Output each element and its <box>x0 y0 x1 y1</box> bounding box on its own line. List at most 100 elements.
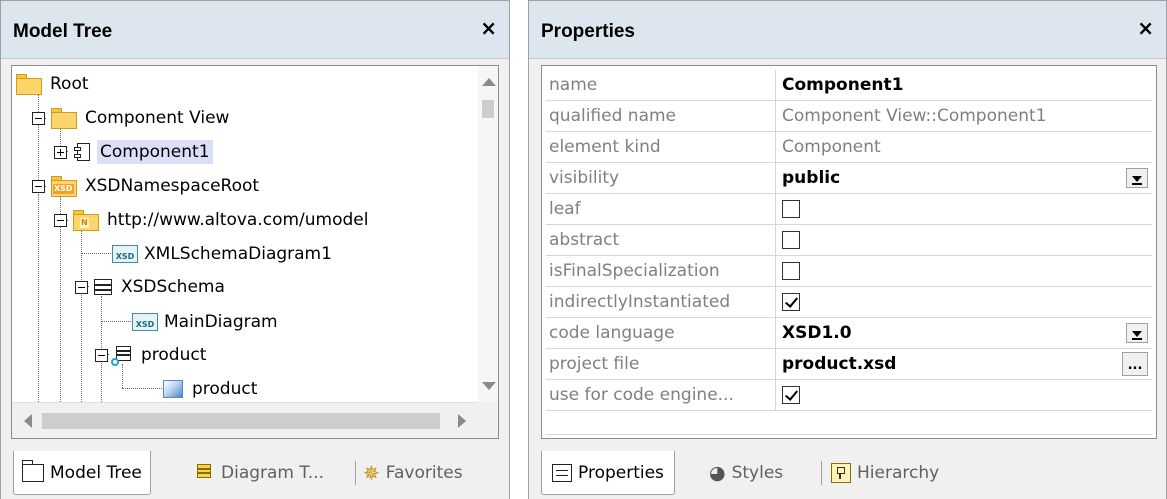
property-row-qualified-name: qualified name Component View::Component… <box>546 101 1152 132</box>
property-row-code-language[interactable]: code language XSD1.0 <box>546 318 1152 349</box>
scroll-left-icon[interactable] <box>24 414 32 428</box>
property-value: Component View::Component1 <box>782 106 1047 126</box>
property-name: use for code engine... <box>546 380 776 410</box>
collapse-icon[interactable] <box>95 348 108 362</box>
tree-node-main-diagram[interactable]: XSD MainDiagram <box>132 308 281 336</box>
model-tree-title: Model Tree <box>13 21 113 42</box>
code-language-select[interactable]: XSD1.0 <box>782 318 852 348</box>
scroll-down-icon[interactable] <box>482 382 496 390</box>
tree-node-label: Component View <box>85 108 230 128</box>
tree-node-xsd-namespace-root[interactable]: XSD XSDNamespaceRoot <box>32 172 262 200</box>
scroll-thumb[interactable] <box>482 100 494 118</box>
is-final-specialization-checkbox[interactable] <box>782 262 800 280</box>
tree-node-label: MainDiagram <box>164 312 278 332</box>
model-tree-tab-bar: Model Tree Diagram T... ✵ Favorites <box>1 447 509 499</box>
tree-node-root[interactable]: Root <box>16 70 92 98</box>
model-tree-view[interactable]: Root Component View Component1 XSD XSDNa… <box>11 65 499 439</box>
tab-label: Favorites <box>385 463 463 483</box>
tree-node-component1[interactable]: Component1 <box>54 138 213 166</box>
horizontal-scrollbar[interactable] <box>12 402 478 438</box>
property-name: project file <box>546 349 776 379</box>
properties-tab-bar: Properties ◕ Styles Hierarchy <box>529 447 1166 499</box>
tab-label: Diagram T... <box>221 463 324 483</box>
property-name <box>546 411 776 435</box>
collapse-icon[interactable] <box>32 179 45 193</box>
property-row-abstract[interactable]: abstract <box>546 225 1152 256</box>
tree-node-product-type[interactable]: product <box>163 375 260 403</box>
tab-favorites[interactable]: ✵ Favorites <box>363 451 463 495</box>
property-value[interactable]: Component1 <box>782 70 903 100</box>
namespace-folder-icon: N <box>73 209 99 231</box>
property-row-visibility[interactable]: visibility public <box>546 163 1152 194</box>
close-icon[interactable]: × <box>1137 16 1154 40</box>
tab-properties[interactable]: Properties <box>541 451 675 495</box>
scroll-right-icon[interactable] <box>458 414 466 428</box>
properties-title: Properties <box>541 21 635 42</box>
indirectly-instantiated-checkbox[interactable] <box>782 293 800 311</box>
use-for-code-engineering-checkbox[interactable] <box>782 386 800 404</box>
property-row-is-final-specialization[interactable]: isFinalSpecialization <box>546 256 1152 287</box>
property-name: visibility <box>546 163 776 193</box>
tree-node-label: http://www.altova.com/umodel <box>107 210 369 230</box>
tree-node-label: Root <box>50 74 89 94</box>
model-tree-title-bar: Model Tree × <box>1 1 509 59</box>
property-name: indirectlyInstantiated <box>546 287 776 317</box>
scroll-thumb[interactable] <box>42 413 440 429</box>
tab-label: Model Tree <box>50 462 142 483</box>
dropdown-arrow-icon[interactable] <box>1126 323 1148 343</box>
schema-icon <box>94 279 112 295</box>
tree-node-label: XSDNamespaceRoot <box>85 176 260 196</box>
visibility-select[interactable]: public <box>782 163 840 193</box>
vertical-scrollbar[interactable] <box>478 66 498 402</box>
tree-node-namespace[interactable]: N http://www.altova.com/umodel <box>54 206 371 234</box>
property-row-project-file[interactable]: project file product.xsd ... <box>546 349 1152 380</box>
tree-node-label: Component1 <box>97 140 213 164</box>
property-row-indirectly-instantiated[interactable]: indirectlyInstantiated <box>546 287 1152 318</box>
tab-label: Hierarchy <box>857 463 940 483</box>
property-name: qualified name <box>546 101 776 131</box>
abstract-checkbox[interactable] <box>782 231 800 249</box>
tab-styles[interactable]: ◕ Styles <box>709 451 783 495</box>
close-icon[interactable]: × <box>480 16 497 40</box>
tree-node-product-element[interactable]: product <box>95 341 209 369</box>
model-tree-panel: Model Tree × Root Component View Compone… <box>0 0 510 499</box>
property-name: leaf <box>546 194 776 224</box>
property-row-leaf[interactable]: leaf <box>546 194 1152 225</box>
folder-icon <box>21 459 44 482</box>
hierarchy-icon <box>831 463 851 483</box>
property-name: abstract <box>546 225 776 255</box>
property-row-empty <box>546 411 1152 435</box>
element-icon <box>111 345 132 366</box>
star-icon: ✵ <box>363 461 380 485</box>
browse-button[interactable]: ... <box>1122 352 1148 376</box>
collapse-icon[interactable] <box>54 213 67 227</box>
properties-icon <box>552 463 572 482</box>
folder-icon <box>16 73 42 95</box>
folder-icon <box>51 107 77 129</box>
project-file-field[interactable]: product.xsd <box>782 349 896 379</box>
property-row-use-for-code-engineering[interactable]: use for code engine... <box>546 380 1152 411</box>
tab-model-tree[interactable]: Model Tree <box>13 451 151 495</box>
property-grid: name Component1 qualified name Component… <box>541 65 1157 439</box>
scrollbar-corner <box>478 402 498 438</box>
tree-node-component-view[interactable]: Component View <box>32 104 232 132</box>
properties-title-bar: Properties × <box>529 1 1166 59</box>
tree-node-xsd-schema[interactable]: XSDSchema <box>75 273 228 301</box>
tab-hierarchy[interactable]: Hierarchy <box>831 451 939 495</box>
property-row-name[interactable]: name Component1 <box>546 70 1152 101</box>
leaf-checkbox[interactable] <box>782 200 800 218</box>
tab-label: Properties <box>578 462 664 483</box>
scroll-up-icon[interactable] <box>482 78 496 86</box>
property-name: element kind <box>546 132 776 162</box>
expand-icon[interactable] <box>54 145 67 159</box>
xsd-folder-icon: XSD <box>51 175 77 197</box>
collapse-icon[interactable] <box>32 111 45 125</box>
tree-node-label: XSDSchema <box>121 277 225 297</box>
tab-diagram-tree[interactable]: Diagram T... <box>195 451 324 495</box>
collapse-icon[interactable] <box>75 280 88 294</box>
tree-node-xml-schema-diagram[interactable]: XSD XMLSchemaDiagram1 <box>112 240 335 268</box>
palette-icon: ◕ <box>709 462 726 484</box>
tree-node-label: product <box>192 379 258 399</box>
property-name: isFinalSpecialization <box>546 256 776 286</box>
dropdown-arrow-icon[interactable] <box>1126 168 1148 188</box>
